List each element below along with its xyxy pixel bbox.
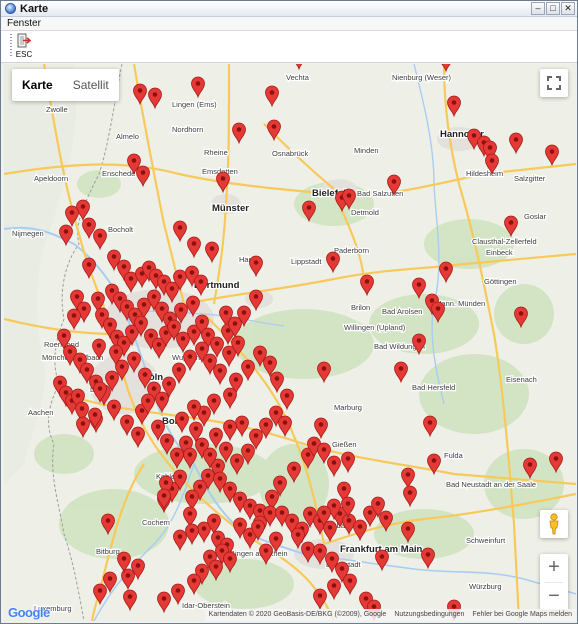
- city-label: Würzburg: [469, 582, 502, 591]
- toolbar-grip[interactable]: [10, 34, 12, 58]
- city-label: Apeldoorn: [34, 174, 68, 183]
- city-label: Osnabrück: [272, 149, 309, 158]
- city-label: Bad Hersfeld: [412, 383, 455, 392]
- toolbar: ESC: [1, 31, 577, 63]
- city-label: Detmold: [351, 208, 379, 217]
- map-canvas: Zwolle Lingen (Ems) Vechta Nienburg (Wes…: [4, 64, 576, 621]
- map-type-control: Karte Satellit: [12, 69, 119, 101]
- city-label: Vechta: [286, 73, 310, 82]
- city-label: Nordhorn: [172, 125, 203, 134]
- city-label: Salzgitter: [514, 174, 546, 183]
- menu-bar: Fenster: [1, 17, 577, 31]
- attribution-text: Kartendaten © 2020 GeoBasis-DE/BKG (©200…: [208, 611, 387, 618]
- maximize-button[interactable]: □: [546, 2, 560, 15]
- city-label: Cochem: [142, 518, 170, 527]
- city-label: Marburg: [334, 403, 362, 412]
- pegman-icon: [549, 513, 559, 535]
- report-error-link[interactable]: Fehler bei Google Maps melden: [472, 609, 572, 621]
- application-window: Karte – □ ✕ Fenster ESC Zwolle Lingen (E…: [0, 0, 578, 624]
- app-globe-icon: [5, 3, 16, 14]
- zoom-out-button[interactable]: −: [540, 583, 568, 611]
- city-label: Brilon: [351, 303, 370, 312]
- city-label: Bingen am Rhein: [230, 549, 288, 558]
- esc-label: ESC: [15, 50, 33, 59]
- city-label: Enschede: [102, 169, 135, 178]
- esc-button[interactable]: ESC: [14, 33, 34, 61]
- city-label: Fulda: [444, 451, 464, 460]
- city-label: Eisenach: [506, 375, 537, 384]
- exit-door-icon: [17, 33, 31, 48]
- map-type-map-button[interactable]: Karte: [12, 69, 63, 101]
- google-logo: Google: [8, 606, 50, 620]
- city-label: Bocholt: [108, 225, 134, 234]
- city-label: Paderborn: [334, 246, 369, 255]
- city-label: Münster: [212, 203, 249, 214]
- city-label: Lingen (Ems): [172, 100, 217, 109]
- city-label: Hildesheim: [466, 169, 503, 178]
- window-controls: – □ ✕: [531, 2, 575, 15]
- city-label: Minden: [354, 146, 379, 155]
- window-title: Karte: [20, 3, 49, 15]
- map-type-satellite-button[interactable]: Satellit: [63, 69, 119, 101]
- city-label: Almelo: [116, 132, 139, 141]
- city-label: Rheine: [204, 148, 228, 157]
- google-logo-text: Google: [8, 605, 50, 620]
- city-label: Zwolle: [46, 105, 68, 114]
- city-label: Lippstadt: [291, 257, 322, 266]
- zoom-in-button[interactable]: +: [540, 554, 568, 582]
- city-label: Bitburg: [96, 547, 120, 556]
- map-view[interactable]: Zwolle Lingen (Ems) Vechta Nienburg (Wes…: [4, 64, 576, 621]
- zoom-control: + −: [540, 554, 568, 610]
- city-label: Göttingen: [484, 277, 517, 286]
- city-label: Bad Neustadt an der Saale: [446, 480, 536, 489]
- menu-item-fenster[interactable]: Fenster: [7, 18, 41, 30]
- city-label: Einbeck: [486, 248, 513, 257]
- street-view-pegman[interactable]: [540, 510, 568, 538]
- city-label: Goslar: [524, 212, 547, 221]
- city-label: Nijmegen: [12, 229, 44, 238]
- city-label: Willingen (Upland): [344, 323, 406, 332]
- city-label: Nienburg (Weser): [392, 73, 452, 82]
- city-label: Aachen: [28, 408, 53, 417]
- title-bar[interactable]: Karte – □ ✕: [1, 1, 577, 17]
- close-button[interactable]: ✕: [561, 2, 575, 15]
- city-label: Gießen: [332, 440, 357, 449]
- minimize-button[interactable]: –: [531, 2, 545, 15]
- city-label: Clausthal-Zellerfeld: [472, 237, 537, 246]
- fullscreen-icon: [547, 76, 561, 90]
- city-label: Schweinfurt: [466, 536, 506, 545]
- fullscreen-button[interactable]: [540, 69, 568, 97]
- city-label: Bad Arolsen: [382, 307, 422, 316]
- map-attribution: Kartendaten © 2020 GeoBasis-DE/BKG (©200…: [204, 609, 576, 621]
- terms-link[interactable]: Nutzungsbedingungen: [394, 609, 464, 621]
